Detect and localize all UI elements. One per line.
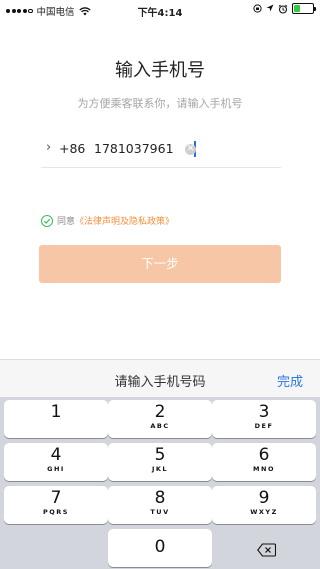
key-8[interactable]: 8 TUV xyxy=(108,486,212,524)
phone-input[interactable]: 1781037961 xyxy=(94,141,174,156)
status-bar: 中国电信 下午4:14 xyxy=(0,0,320,20)
page-title: 输入手机号 xyxy=(115,60,205,81)
key-9[interactable]: 9 WXYZ xyxy=(212,486,316,524)
key-4[interactable]: 4 GHI xyxy=(4,443,108,481)
keyboard-toolbar: 请输入手机号码 完成 xyxy=(0,359,320,398)
agreement-checkbox[interactable] xyxy=(41,214,53,227)
agreement-row: 同意 《法律声明及隐私政策》 xyxy=(41,214,174,227)
check-icon xyxy=(43,218,51,224)
key-1[interactable]: 1 xyxy=(4,400,108,438)
rotation-lock-icon xyxy=(253,4,262,13)
phone-input-row: › +86 1781037961 ✕ xyxy=(41,137,281,168)
country-code-selector[interactable]: +86 xyxy=(59,141,85,156)
delete-key[interactable] xyxy=(214,531,318,569)
chevron-right-icon[interactable]: › xyxy=(46,141,56,154)
status-right xyxy=(253,3,316,14)
legal-policy-link[interactable]: 《法律声明及隐私政策》 xyxy=(75,214,174,227)
key-5[interactable]: 5 JKL xyxy=(108,443,212,481)
key-6[interactable]: 6 MNO xyxy=(212,443,316,481)
key-7[interactable]: 7 PQRS xyxy=(4,486,108,524)
key-3[interactable]: 3 DEF xyxy=(212,400,316,438)
battery-icon xyxy=(292,3,316,14)
agreement-prefix: 同意 xyxy=(57,217,76,227)
key-2[interactable]: 2 ABC xyxy=(108,400,212,438)
key-0[interactable]: 0 xyxy=(108,529,212,567)
alarm-icon xyxy=(278,4,288,14)
page-subtitle: 为方便乘客联系你，请输入手机号 xyxy=(77,97,243,110)
done-button[interactable]: 完成 xyxy=(277,371,303,390)
keyboard-hint: 请输入手机号码 xyxy=(114,375,206,390)
backspace-icon xyxy=(256,543,276,557)
location-icon xyxy=(266,4,274,12)
next-button[interactable]: 下一步 xyxy=(39,245,281,283)
clear-icon[interactable]: ✕ xyxy=(185,144,196,155)
number-keypad: 1 2 ABC 3 DEF 4 GHI 5 JKL 6 MNO 7 PQRS 8… xyxy=(0,397,320,569)
